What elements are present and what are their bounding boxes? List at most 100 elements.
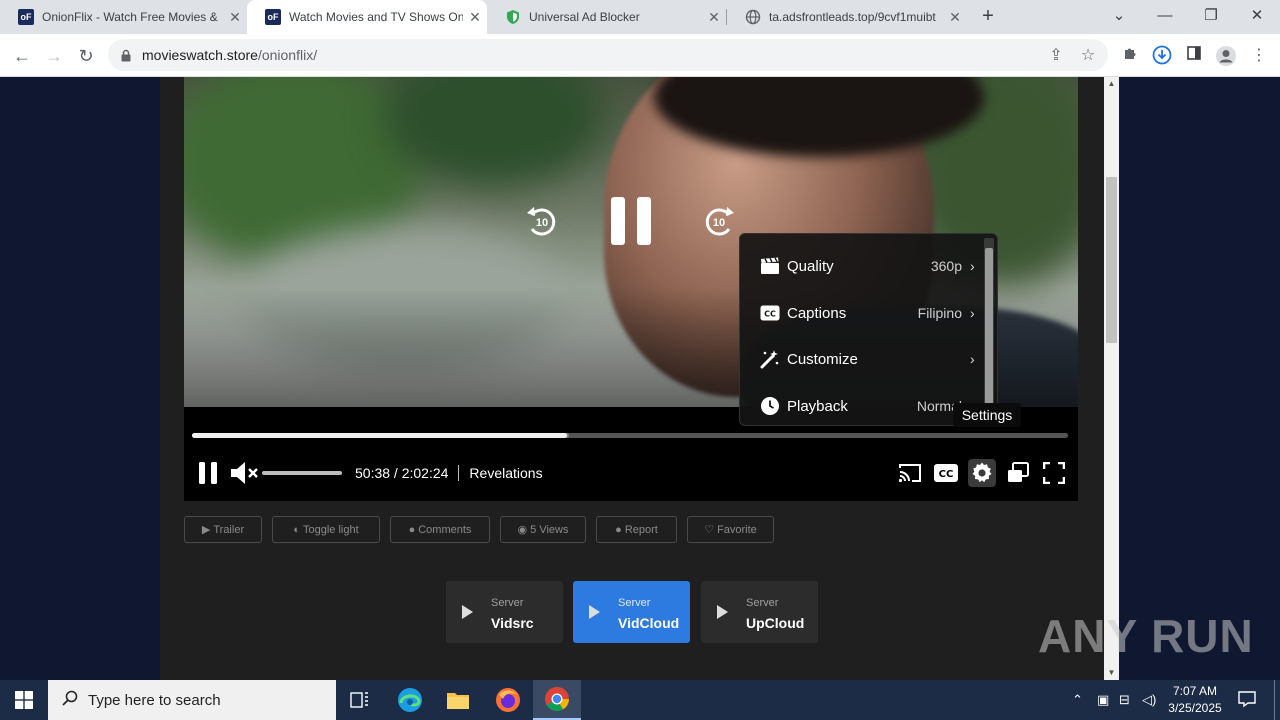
settings-button[interactable] [968, 459, 996, 487]
trailer-label: Trailer [213, 523, 245, 536]
views-button[interactable]: ◉ 5 Views [500, 516, 586, 543]
window-close-icon[interactable]: ✕ [1234, 0, 1280, 34]
cast-button[interactable] [896, 459, 924, 487]
rewind-10-icon[interactable]: 10 [524, 203, 560, 239]
download-icon[interactable] [1151, 45, 1173, 67]
close-icon[interactable]: ✕ [702, 9, 726, 26]
heart-icon: ♡ [704, 524, 715, 536]
play-icon [462, 605, 473, 619]
tab-ads-frontleads[interactable]: ta.adsfrontleads.top/9cvf1muibt ✕ [727, 0, 967, 34]
close-icon[interactable]: ✕ [463, 9, 487, 26]
server-vidcloud-button[interactable]: Server VidCloud [573, 581, 690, 643]
new-tab-icon[interactable]: + [976, 5, 1000, 29]
magic-wand-icon [760, 349, 780, 369]
page-scroll-thumb[interactable] [1106, 177, 1117, 343]
fullscreen-button[interactable] [1040, 459, 1068, 487]
shield-icon [505, 9, 521, 25]
task-view-icon[interactable] [336, 680, 384, 720]
settings-playback-item[interactable]: Playback Normal › [740, 386, 980, 426]
favorite-button[interactable]: ♡ Favorite [687, 516, 774, 543]
extensions-puzzle-icon[interactable] [1119, 45, 1141, 67]
trailer-button[interactable]: ▶ Trailer [184, 516, 262, 543]
report-button[interactable]: ● Report [596, 516, 677, 543]
settings-menu-scrollbar[interactable] [984, 238, 994, 423]
show-hidden-icons-icon[interactable]: ⌃ [1072, 692, 1083, 708]
settings-menu-scroll-thumb[interactable] [985, 248, 993, 404]
close-icon[interactable]: ✕ [943, 9, 967, 26]
tab-title: ta.adsfrontleads.top/9cvf1muibt [769, 10, 936, 24]
server-vidsrc-button[interactable]: Server Vidsrc [446, 581, 563, 643]
server-upcloud-button[interactable]: Server UpCloud [701, 581, 818, 643]
comments-button[interactable]: ● Comments [390, 516, 490, 543]
tab-onionflix[interactable]: oF OnionFlix - Watch Free Movies & ✕ [0, 0, 247, 34]
side-panel-icon[interactable] [1183, 45, 1205, 67]
device-icon[interactable]: ▣ [1097, 692, 1109, 708]
share-icon[interactable]: ⇪ [1046, 45, 1066, 65]
views-label: 5 Views [530, 523, 569, 536]
forward-arrow-icon[interactable]: → [41, 43, 67, 69]
network-icon[interactable]: ⊟ [1119, 692, 1130, 708]
volume-muted-icon [231, 462, 258, 484]
file-explorer-icon[interactable] [434, 680, 482, 720]
pause-icon[interactable] [611, 197, 651, 245]
notifications-icon[interactable] [1238, 690, 1256, 711]
web-page: 10 10 Quality 360p › CC Captions Filipin… [0, 77, 1280, 680]
tab-universal-ad-blocker[interactable]: Universal Ad Blocker ✕ [487, 0, 726, 34]
settings-item-label: Playback [787, 397, 848, 415]
taskbar-clock[interactable]: 7:07 AM 3/25/2025 [1160, 683, 1230, 717]
close-icon[interactable]: ✕ [223, 9, 247, 26]
address-bar[interactable]: movieswatch.store/onionflix/ ⇪ ☆ [108, 39, 1108, 71]
seek-bar[interactable] [192, 433, 1068, 438]
windows-taskbar: Type here to search ⌃ ▣ ⊟ ◁) 7:07 AM 3/2… [0, 680, 1280, 720]
settings-menu: Quality 360p › CC Captions Filipino › Cu… [739, 233, 998, 426]
profile-avatar-icon[interactable] [1215, 45, 1237, 67]
toggle-light-button[interactable]: ◐ Toggle light [272, 516, 380, 543]
server-caption: Server [491, 597, 524, 609]
lock-icon [120, 49, 132, 62]
reload-icon[interactable]: ↻ [73, 43, 99, 69]
svg-text:CC: CC [764, 310, 776, 319]
bookmark-star-icon[interactable]: ☆ [1078, 45, 1098, 65]
pip-icon [1008, 462, 1029, 482]
tab-search-chevron-icon[interactable]: ⌄ [1096, 0, 1142, 34]
clock-date: 3/25/2025 [1168, 701, 1222, 715]
play-icon [717, 605, 728, 619]
clapperboard-icon [760, 256, 780, 276]
settings-customize-item[interactable]: Customize › [740, 339, 980, 379]
speaker-icon[interactable]: ◁) [1142, 692, 1156, 708]
play-pause-button[interactable] [198, 460, 218, 486]
chrome-icon[interactable] [533, 680, 581, 720]
scroll-up-icon[interactable]: ▲ [1104, 77, 1119, 91]
windows-start-icon[interactable] [0, 680, 48, 720]
cc-icon: CC [934, 464, 958, 482]
toggle-light-label: Toggle light [303, 523, 359, 536]
url-text: movieswatch.store/onionflix/ [142, 47, 317, 63]
menu-kebab-icon[interactable]: ⋮ [1248, 45, 1270, 67]
tab-title: Watch Movies and TV Shows On [289, 10, 463, 24]
search-icon [62, 690, 78, 711]
video-player[interactable]: 10 10 Quality 360p › CC Captions Filipin… [184, 77, 1078, 501]
page-scrollbar[interactable]: ▲ ▼ [1104, 77, 1119, 680]
settings-quality-item[interactable]: Quality 360p › [740, 246, 980, 286]
back-arrow-icon[interactable]: ← [9, 43, 35, 69]
settings-captions-item[interactable]: CC Captions Filipino › [740, 293, 980, 333]
firefox-icon[interactable] [484, 680, 532, 720]
play-icon [589, 605, 600, 619]
taskbar-search-box[interactable]: Type here to search [48, 680, 336, 720]
youtube-icon: ▶ [201, 524, 211, 536]
settings-tooltip: Settings [953, 403, 1021, 427]
scroll-down-icon[interactable]: ▼ [1104, 666, 1119, 680]
restore-icon[interactable]: ❐ [1188, 0, 1234, 34]
comments-label: Comments [418, 523, 472, 536]
edge-browser-icon[interactable] [386, 680, 434, 720]
minimize-icon[interactable]: — [1142, 0, 1188, 34]
chevron-right-icon: › [970, 351, 975, 367]
volume-slider[interactable] [262, 471, 342, 475]
tab-watch-movies[interactable]: oF Watch Movies and TV Shows On ✕ [247, 0, 487, 34]
chevron-right-icon: › [970, 305, 975, 321]
settings-item-label: Quality [787, 257, 834, 275]
forward-10-icon[interactable]: 10 [701, 203, 737, 239]
captions-button[interactable]: CC [932, 459, 960, 487]
mute-button[interactable] [230, 460, 260, 486]
picture-in-picture-button[interactable] [1004, 459, 1032, 487]
